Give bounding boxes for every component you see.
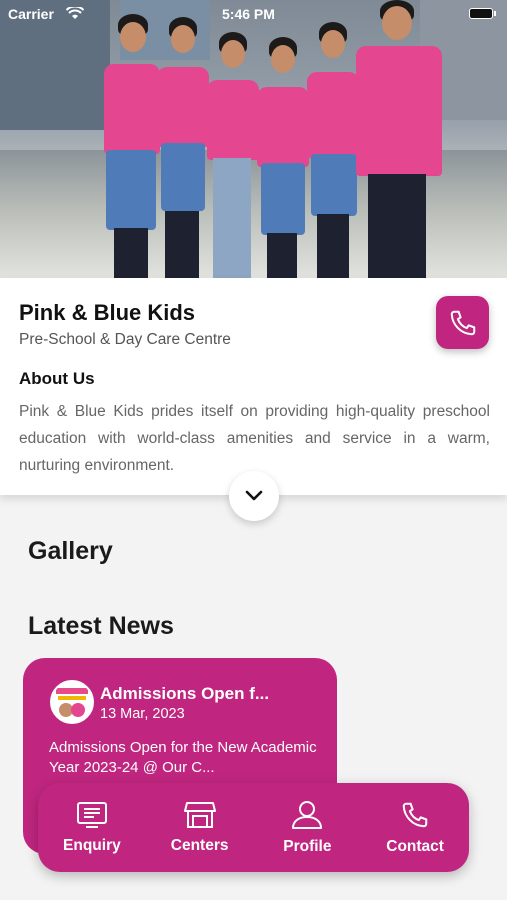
latest-news-heading: Latest News: [28, 612, 174, 640]
nav-centers-label: Centers: [170, 836, 229, 854]
nav-enquiry-label: Enquiry: [63, 836, 121, 854]
gallery-heading: Gallery: [28, 537, 113, 565]
nav-enquiry[interactable]: Enquiry: [38, 783, 146, 872]
news-thumbnail: [50, 680, 94, 724]
school-subtitle: Pre-School & Day Care Centre: [19, 331, 231, 348]
nav-contact[interactable]: Contact: [361, 783, 469, 872]
chevron-down-icon: [245, 490, 263, 501]
call-button[interactable]: [436, 296, 489, 349]
phone-icon: [450, 310, 475, 335]
news-title: Admissions Open f...: [100, 684, 270, 703]
about-text: Pink & Blue Kids prides itself on provid…: [19, 403, 490, 474]
school-name: Pink & Blue Kids: [19, 300, 196, 325]
hero-photo: Carrier 5:46 PM: [0, 0, 507, 278]
store-icon: [183, 801, 216, 828]
phone-icon: [402, 802, 428, 827]
nav-profile[interactable]: Profile: [254, 783, 362, 872]
status-bar: Carrier 5:46 PM: [0, 4, 507, 26]
profile-icon: [292, 800, 323, 829]
nav-centers[interactable]: Centers: [146, 783, 254, 872]
bottom-nav: Enquiry Centers Profile Contact: [38, 783, 469, 872]
school-info-card: Pink & Blue Kids Pre-School & Day Care C…: [0, 278, 507, 495]
carrier-label: Carrier: [8, 6, 54, 22]
news-body: Admissions Open for the New Academic Yea…: [49, 739, 317, 776]
wifi-icon: [66, 7, 84, 19]
clock: 5:46 PM: [222, 6, 275, 22]
battery-icon: [469, 8, 496, 19]
nav-profile-label: Profile: [283, 837, 332, 855]
news-date: 13 Mar, 2023: [100, 706, 185, 722]
expand-about-button[interactable]: [229, 471, 279, 521]
about-heading: About Us: [19, 369, 95, 388]
nav-contact-label: Contact: [386, 837, 444, 855]
enquiry-icon: [76, 801, 107, 828]
